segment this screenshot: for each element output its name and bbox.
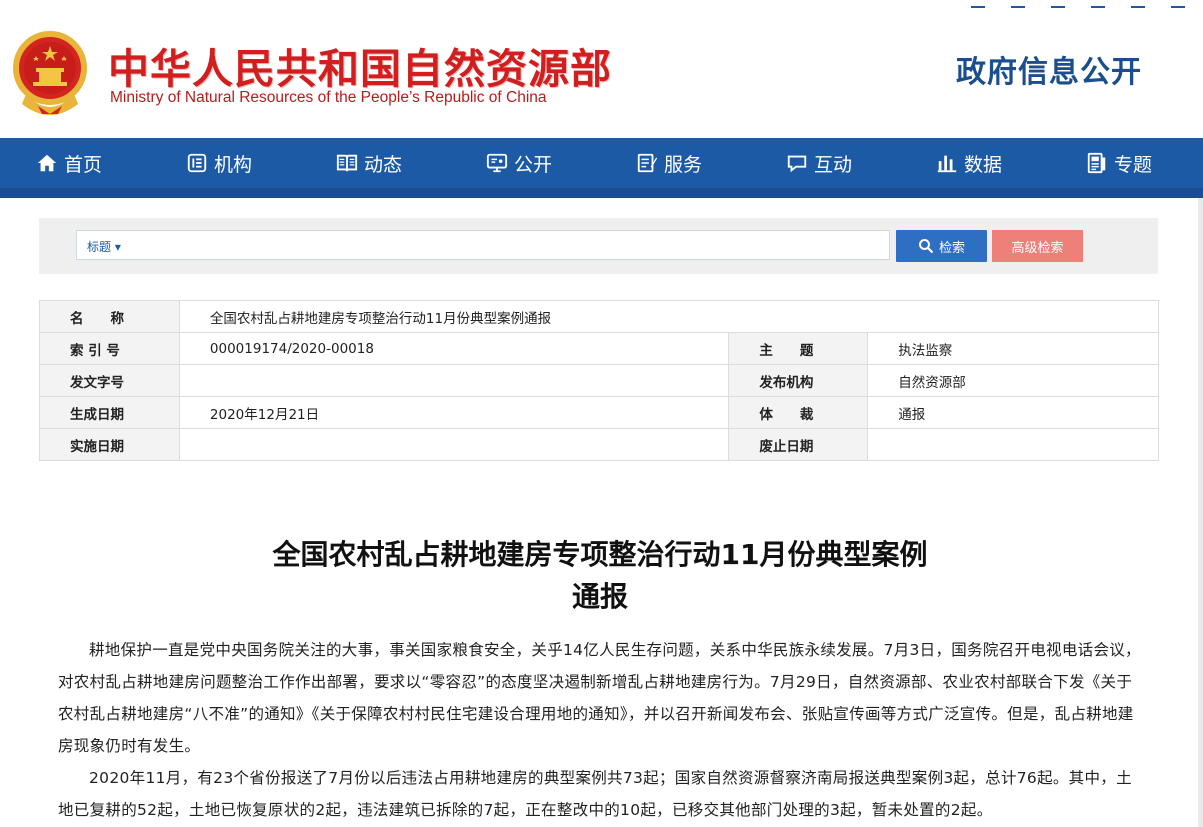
home-icon (37, 154, 57, 172)
meta-key: 索 引 号 (39, 332, 180, 365)
national-emblem-icon[interactable] (12, 30, 88, 116)
article-paragraph: 2020年11月，有23个省份报送了7月份以后违法占用耕地建房的典型案例共73起… (58, 769, 1132, 819)
table-row: 发文字号 发布机构 自然资源部 (39, 364, 1159, 397)
nav-item-interact[interactable]: 互动 (786, 138, 852, 188)
search-input[interactable]: 标题 ▾ (76, 230, 890, 260)
utility-icon[interactable] (1051, 0, 1065, 8)
monitor-icon (486, 153, 508, 173)
nav-item-label: 专题 (1114, 153, 1153, 176)
metadata-table: 名 称 全国农村乱占耕地建房专项整治行动11月份典型案例通报 索 引 号 000… (39, 300, 1160, 461)
meta-value (178, 428, 730, 461)
meta-key: 主 题 (728, 332, 869, 365)
chart-icon (937, 155, 957, 173)
utility-icon[interactable] (1011, 0, 1025, 8)
nav-item-news[interactable]: 动态 (336, 138, 402, 188)
meta-value (867, 428, 1159, 461)
meta-key: 实施日期 (39, 428, 180, 461)
meta-value: 2020年12月21日 (178, 396, 730, 429)
article-body: 耕地保护一直是党中央国务院关注的大事，事关国家粮食安全，关乎14亿人民生存问题，… (58, 634, 1143, 826)
nav-item-label: 互动 (814, 153, 853, 176)
utility-icon[interactable] (1171, 0, 1185, 8)
meta-value: 自然资源部 (867, 364, 1159, 397)
meta-key: 废止日期 (728, 428, 869, 461)
meta-value (178, 364, 730, 397)
table-row: 生成日期 2020年12月21日 体 裁 通报 (39, 396, 1159, 429)
meta-key: 体 裁 (728, 396, 869, 429)
nav-item-label: 公开 (514, 153, 553, 176)
site-header: 中华人民共和国自然资源部 Ministry of Natural Resourc… (0, 10, 1203, 138)
article-title-line: 通报 (571, 580, 628, 613)
nav-underline (0, 188, 1203, 198)
book-icon (336, 154, 358, 172)
meta-value: 全国农村乱占耕地建房专项整治行动11月份典型案例通报 (178, 300, 1160, 333)
nav-item-service[interactable]: 服务 (636, 138, 702, 188)
site-title[interactable]: 中华人民共和国自然资源部 (108, 35, 612, 95)
search-field-select[interactable]: 标题 ▾ (87, 238, 121, 255)
nav-item-label: 首页 (64, 153, 103, 176)
nav-item-data[interactable]: 数据 (936, 138, 1002, 188)
advanced-search-button[interactable]: 高级检索 (992, 230, 1083, 262)
search-field-label: 标题 (87, 240, 112, 254)
document-icon (1087, 152, 1106, 174)
search-panel: 标题 ▾ 检索 高级检索 (39, 218, 1158, 274)
main-nav: 首页 机构 动态 公开 服务 互动 数据 专题 (0, 138, 1203, 188)
nav-item-label: 数据 (964, 153, 1003, 176)
meta-key: 发布机构 (728, 364, 869, 397)
meta-value: 执法监察 (867, 332, 1159, 365)
search-button[interactable]: 检索 (896, 230, 987, 262)
site-subtitle: Ministry of Natural Resources of the Peo… (110, 89, 547, 106)
meta-key: 发文字号 (39, 364, 180, 397)
article-paragraph: 耕地保护一直是党中央国务院关注的大事，事关国家粮食安全，关乎14亿人民生存问题，… (58, 641, 1141, 755)
meta-value: 000019174/2020-00018 (178, 332, 730, 365)
nav-item-label: 服务 (664, 153, 703, 176)
utility-icons (971, 0, 1185, 8)
nav-item-label: 动态 (364, 153, 403, 176)
meta-value: 通报 (867, 396, 1159, 429)
nav-item-home[interactable]: 首页 (36, 138, 102, 188)
nav-item-label: 机构 (214, 153, 253, 176)
article-title: 全国农村乱占耕地建房专项整治行动11月份典型案例 通报 (100, 534, 1100, 618)
scrollbar[interactable] (1198, 198, 1203, 827)
org-icon (187, 153, 207, 173)
search-icon (918, 239, 934, 254)
utility-icon[interactable] (1091, 0, 1105, 8)
table-row: 索 引 号 000019174/2020-00018 主 题 执法监察 (39, 332, 1159, 365)
nav-item-topics[interactable]: 专题 (1086, 138, 1152, 188)
table-row: 实施日期 废止日期 (39, 428, 1159, 461)
nav-item-open[interactable]: 公开 (486, 138, 552, 188)
section-title[interactable]: 政府信息公开 (956, 47, 1142, 91)
utility-icon[interactable] (1131, 0, 1145, 8)
search-button-label: 检索 (938, 240, 965, 256)
article-title-line: 全国农村乱占耕地建房专项整治行动11月份典型案例 (272, 538, 928, 571)
chat-icon (787, 155, 807, 173)
meta-key: 名 称 (39, 300, 180, 333)
table-row: 名 称 全国农村乱占耕地建房专项整治行动11月份典型案例通报 (39, 300, 1160, 333)
utility-icon[interactable] (971, 0, 985, 8)
nav-item-org[interactable]: 机构 (186, 138, 252, 188)
form-icon (637, 153, 658, 173)
meta-key: 生成日期 (39, 396, 180, 429)
